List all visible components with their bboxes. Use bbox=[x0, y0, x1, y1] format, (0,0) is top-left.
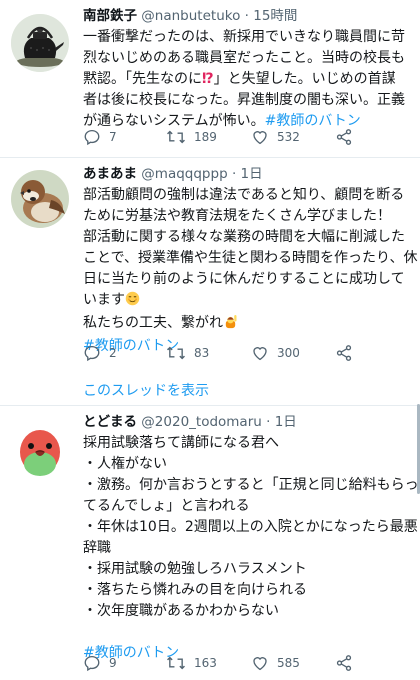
text-line: ・落ちたら憐れみの目を向けられる bbox=[83, 582, 307, 598]
tweet-text: 一番衝撃だったのは、新採用でいきなり職員間に苛 烈ないじめのある職員室だったこと… bbox=[83, 27, 413, 132]
share-icon bbox=[336, 655, 352, 671]
tweet-header: とどまる @2020_todomaru · 1日 bbox=[83, 412, 413, 432]
like-button[interactable]: 585 bbox=[251, 654, 300, 672]
text-line: ・人権がない bbox=[83, 456, 167, 472]
text-line: ・年休は10日。2週間以上の入院とかになったら最悪 bbox=[83, 519, 418, 535]
kettle-avatar-image bbox=[11, 14, 69, 72]
separator-dot: · bbox=[244, 8, 249, 24]
raising-hand-emoji bbox=[223, 314, 238, 336]
text-line: 部活動に関する様々な業務の時間を大幅に削減した bbox=[83, 229, 405, 245]
like-count: 300 bbox=[277, 346, 300, 360]
sparrow-avatar-image bbox=[11, 170, 69, 228]
avatar[interactable] bbox=[11, 14, 69, 72]
share-button[interactable] bbox=[335, 654, 353, 672]
tweet-actions: 2 83 300 bbox=[83, 344, 403, 366]
reply-count: 7 bbox=[109, 130, 117, 144]
tweet-actions: 9 163 585 bbox=[83, 654, 403, 676]
separator-dot: · bbox=[266, 414, 271, 430]
retweet-icon bbox=[167, 130, 185, 144]
text-line: 者は後に校長になった。昇進制度の闇も深い。正義 bbox=[83, 92, 405, 108]
retweet-icon bbox=[167, 656, 185, 670]
avatar[interactable] bbox=[11, 418, 69, 476]
hashtag-link[interactable]: #教師のバトン bbox=[265, 113, 361, 129]
like-button[interactable]: 300 bbox=[251, 344, 300, 362]
text-line: てるんでしょ」と言われる bbox=[83, 498, 250, 514]
user-handle[interactable]: @2020_todomaru bbox=[141, 414, 262, 430]
text-line: 日に当たり前のように休んだりすることに成功して bbox=[83, 271, 405, 287]
text-line: 採用試験落ちて講師になる君へ bbox=[83, 435, 279, 451]
retweet-count: 189 bbox=[194, 130, 217, 144]
show-thread-link[interactable]: このスレッドを表示 bbox=[83, 380, 209, 400]
text-line: 部活動顧問の強制は違法であると知り、顧問を断る bbox=[83, 187, 405, 203]
text-line: ・採用試験の勉強しろハラスメント bbox=[83, 561, 307, 577]
reply-button[interactable]: 9 bbox=[83, 654, 117, 672]
text-segment: います bbox=[83, 292, 125, 308]
like-count: 585 bbox=[277, 656, 300, 670]
tweet-header: あまあま @maqqqppp · 1日 bbox=[83, 164, 413, 184]
share-button[interactable] bbox=[335, 128, 353, 146]
tweet-1[interactable]: 南部鉄子 @nanbutetuko · 15時間 一番衝撃だったのは、新採用でい… bbox=[0, 0, 420, 158]
retweet-count: 83 bbox=[194, 346, 210, 360]
text-line: 私たちの工夫、繋がれ bbox=[83, 313, 413, 336]
avatar[interactable] bbox=[11, 170, 69, 228]
share-icon bbox=[336, 129, 352, 145]
text-segment: 黙認。「先生なのに bbox=[83, 71, 202, 87]
timestamp[interactable]: 15時間 bbox=[253, 8, 297, 24]
user-handle[interactable]: @nanbutetuko bbox=[141, 8, 240, 24]
heart-icon bbox=[253, 131, 267, 145]
text-segment: 」と失望した。いじめの首謀 bbox=[213, 71, 396, 87]
retweet-button[interactable]: 83 bbox=[166, 344, 209, 362]
tweet-2[interactable]: あまあま @maqqqppp · 1日 部活動顧問の強制は違法であると知り、顧問… bbox=[0, 158, 420, 404]
text-line: います bbox=[83, 290, 413, 313]
retweet-icon bbox=[167, 346, 185, 360]
text-line: ・激務。何か言おうとすると「正規と同じ給料もらっ bbox=[83, 477, 419, 493]
reply-count: 9 bbox=[109, 656, 117, 670]
timestamp[interactable]: 1日 bbox=[275, 414, 297, 430]
text-line: 烈ないじめのある職員室だったこと。当時の校長も bbox=[83, 50, 405, 66]
tweet-3[interactable]: とどまる @2020_todomaru · 1日 採用試験落ちて講師になる君へ … bbox=[0, 406, 420, 680]
reply-icon bbox=[84, 345, 100, 362]
heart-icon bbox=[253, 347, 267, 361]
text-line: ことで、授業準備や生徒と関わる時間を作ったり、休 bbox=[83, 250, 418, 266]
timestamp[interactable]: 1日 bbox=[241, 166, 263, 182]
text-line: 一番衝撃だったのは、新採用でいきなり職員間に苛 bbox=[83, 29, 405, 45]
display-name[interactable]: とどまる bbox=[83, 414, 137, 430]
retweet-count: 163 bbox=[194, 656, 217, 670]
tweet-actions: 7 189 532 bbox=[83, 128, 403, 150]
heart-icon bbox=[253, 657, 267, 671]
exclamation-question-emoji: ⁉ bbox=[202, 71, 214, 87]
user-handle[interactable]: @maqqqppp bbox=[141, 166, 227, 182]
reply-count: 2 bbox=[109, 346, 117, 360]
display-name[interactable]: あまあま bbox=[83, 166, 137, 182]
text-segment: が通らないシステムが怖い。 bbox=[83, 113, 265, 129]
parrot-avatar-image bbox=[11, 418, 69, 476]
text-line: 黙認。「先生なのに⁉」と失望した。いじめの首謀 bbox=[83, 69, 413, 90]
reply-button[interactable]: 7 bbox=[83, 128, 117, 146]
separator-dot: · bbox=[231, 166, 237, 182]
text-line: ために労基法や教育法規をたくさん学びました！ bbox=[83, 208, 391, 224]
relieved-face-emoji bbox=[125, 291, 140, 313]
text-line: ・次年度職があるかわからない bbox=[83, 603, 279, 619]
like-count: 532 bbox=[277, 130, 300, 144]
tweet-text: 部活動顧問の強制は違法であると知り、顧問を断る ために労基法や教育法規をたくさん… bbox=[83, 185, 418, 357]
reply-icon bbox=[84, 129, 100, 146]
text-line: 辞職 bbox=[83, 540, 111, 556]
reply-icon bbox=[84, 655, 100, 672]
retweet-button[interactable]: 163 bbox=[166, 654, 217, 672]
text-segment: 私たちの工夫、繋がれ bbox=[83, 315, 223, 331]
like-button[interactable]: 532 bbox=[251, 128, 300, 146]
display-name[interactable]: 南部鉄子 bbox=[83, 8, 137, 24]
tweet-header: 南部鉄子 @nanbutetuko · 15時間 bbox=[83, 6, 413, 26]
retweet-button[interactable]: 189 bbox=[166, 128, 217, 146]
reply-button[interactable]: 2 bbox=[83, 344, 117, 362]
share-button[interactable] bbox=[335, 344, 353, 362]
tweet-text: 採用試験落ちて講師になる君へ ・人権がない ・激務。何か言おうとすると「正規と同… bbox=[83, 433, 419, 664]
share-icon bbox=[336, 345, 352, 361]
